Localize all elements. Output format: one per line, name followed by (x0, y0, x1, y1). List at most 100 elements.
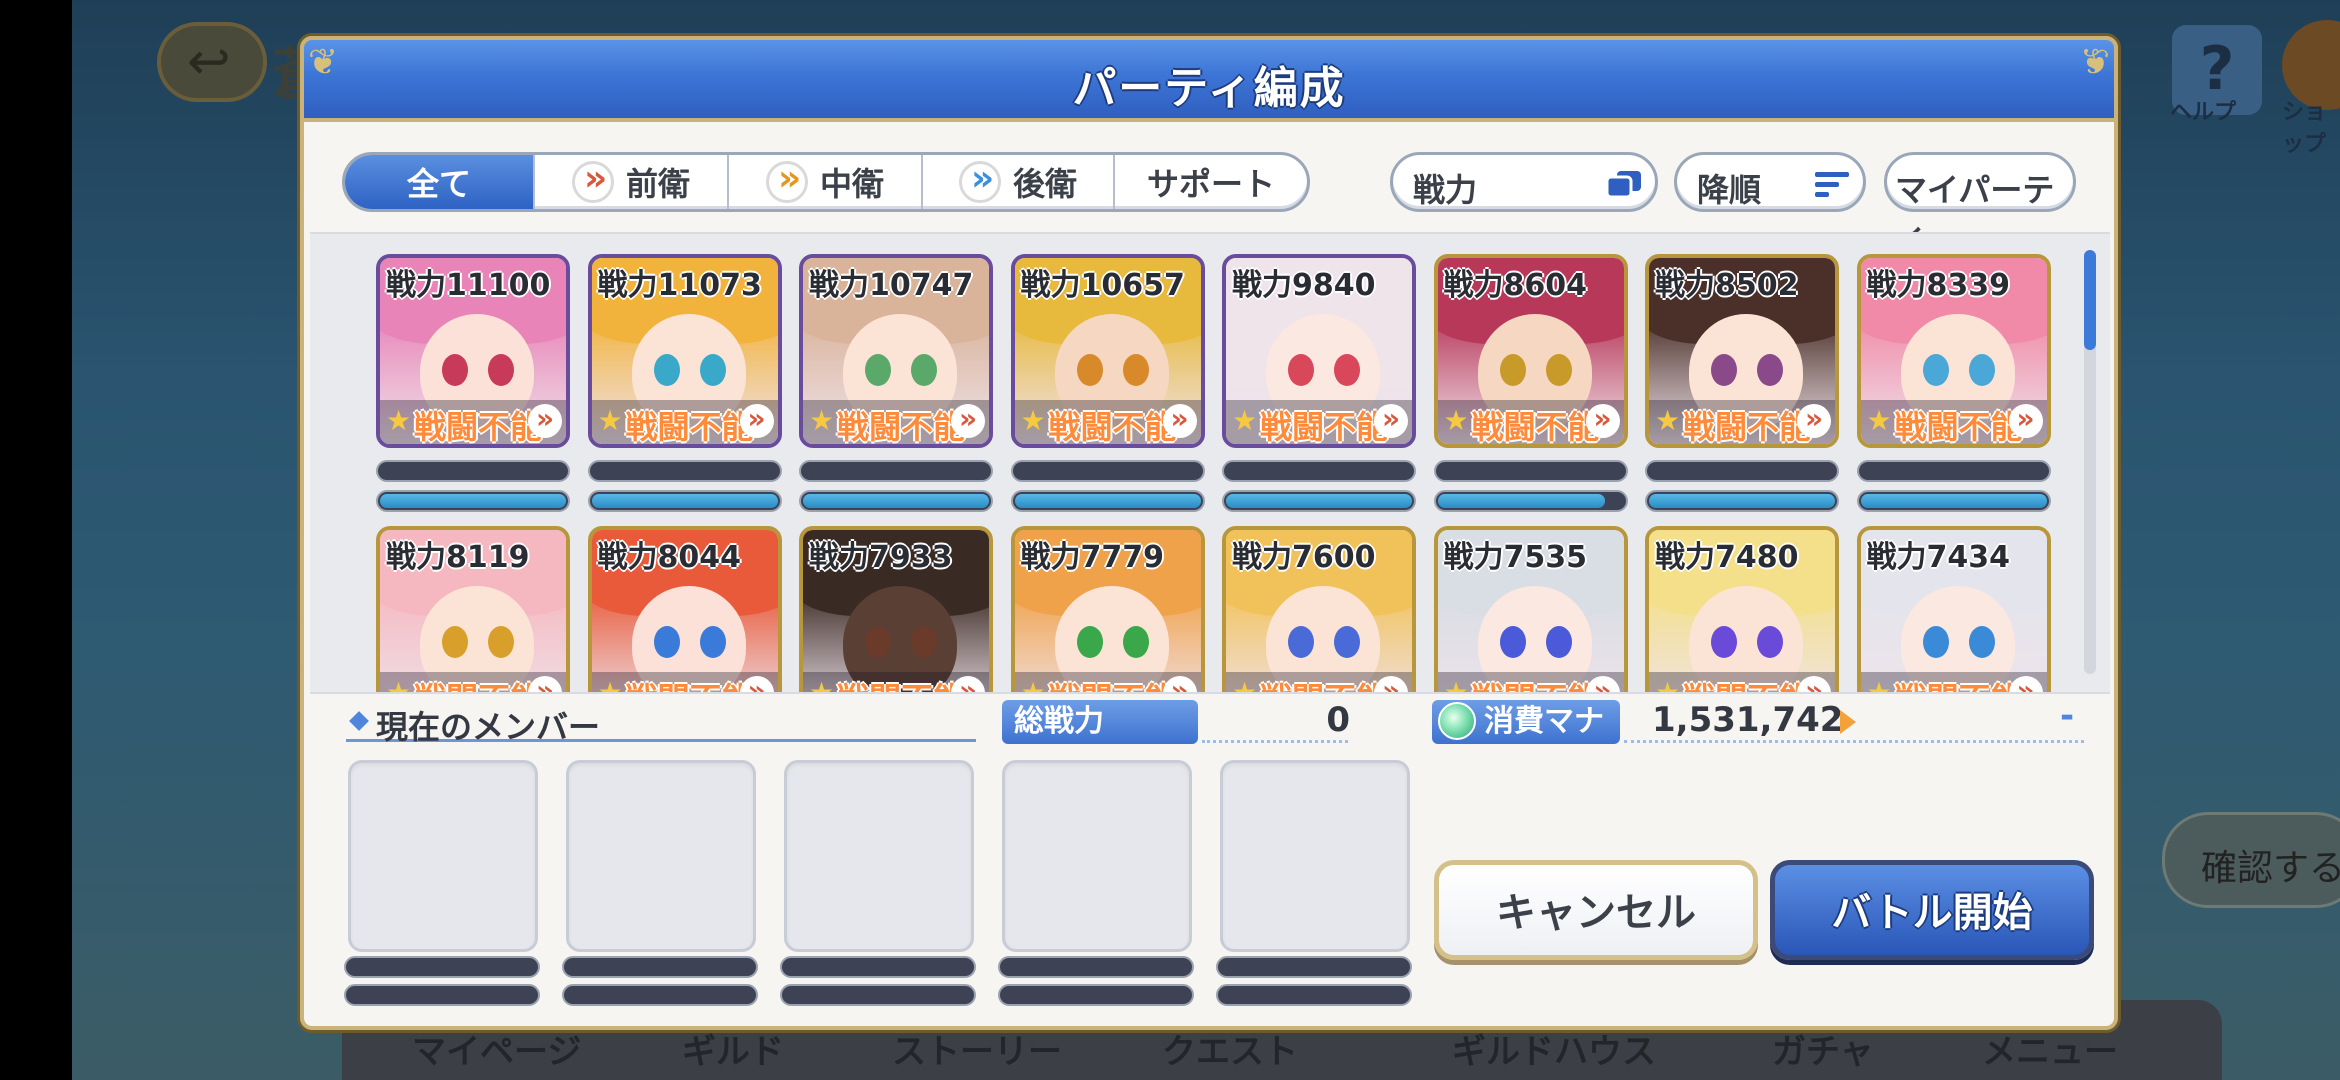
slot-hp-bar (344, 956, 540, 978)
middle-role-icon (765, 158, 808, 203)
star-icon: ★ (1020, 404, 1046, 437)
scrollbar-thumb[interactable] (2084, 250, 2096, 350)
dialog-header: ❦ ❦ パーティ編成 (300, 36, 2118, 122)
total-power-underline (1202, 740, 1348, 743)
member-slot-5[interactable] (1220, 760, 1410, 952)
back-button[interactable] (157, 22, 267, 102)
ko-overlay: ★戦闘不能» (1437, 672, 1624, 692)
hp-bar (1433, 460, 1628, 482)
nav-item[interactable]: ガチャ (1772, 1024, 1874, 1073)
tp-bar-fill (1014, 494, 1201, 508)
ko-overlay: ★戦闘不能» (380, 672, 566, 694)
character-portrait[interactable]: 戦力8502 ★ 戦闘不能» (1645, 254, 1839, 448)
tab-all[interactable]: 全て (345, 155, 535, 209)
eye (865, 354, 891, 386)
sort-order-button[interactable]: 降順 (1674, 152, 1866, 212)
character-portrait[interactable]: 戦力7434 ★戦闘不能» (1856, 526, 2051, 692)
star-icon: ★ (1655, 404, 1681, 437)
slot-tp-bar (562, 984, 758, 1006)
character-portrait[interactable]: 戦力7600 ★戦闘不能» (1222, 526, 1416, 692)
ko-label: 戦闘不能 (414, 408, 543, 446)
total-power-label: 総戦力 (1002, 700, 1198, 744)
star-icon: ★ (597, 676, 623, 694)
member-slot-3[interactable] (784, 760, 974, 952)
character-portrait[interactable]: 戦力8339 ★ 戦闘不能» (1856, 254, 2051, 448)
ko-label: 戦闘不能 (837, 408, 966, 446)
character-grid-inner: 戦力11100 ★ 戦闘不能» 戦力11073 ★ 戦闘不能» 戦力10747 ★ 戦闘不能» 戦… (310, 234, 2110, 692)
character-portrait[interactable]: 戦力7933 ★戦闘不能» (799, 526, 993, 692)
cancel-button[interactable]: キャンセル (1434, 860, 1758, 960)
character-power: 戦力7434 (1866, 540, 2011, 575)
character-portrait[interactable]: 戦力7779 ★戦闘不能» (1010, 526, 1205, 692)
character-grid[interactable]: 戦力11100 ★ 戦闘不能» 戦力11073 ★ 戦闘不能» 戦力10747 ★ 戦闘不能» 戦… (310, 232, 2110, 694)
nav-item[interactable]: ギルド (682, 1024, 784, 1073)
ko-label: 戦闘不能 (1049, 674, 1177, 692)
eye (653, 626, 680, 658)
role-chevron-icon: » (1797, 404, 1831, 438)
character-portrait[interactable]: 戦力10747 ★ 戦闘不能» (799, 254, 993, 448)
diamond-icon (349, 711, 369, 731)
character-portrait[interactable]: 戦力8604 ★ 戦闘不能» (1433, 254, 1628, 448)
ko-overlay: ★戦闘不能» (591, 672, 778, 694)
character-power: 戦力9840 (1232, 268, 1376, 303)
role-chevron-icon: » (2008, 404, 2043, 438)
role-chevron-icon: » (1585, 404, 1620, 438)
character-portrait[interactable]: 戦力11073 ★ 戦闘不能» (587, 254, 782, 448)
nav-item[interactable]: クエスト (1162, 1024, 1298, 1073)
character-portrait[interactable]: 戦力11100 ★ 戦闘不能» (376, 254, 570, 448)
ko-label: 戦闘不能 (1895, 674, 2023, 692)
character-portrait[interactable]: 戦力9840 ★ 戦闘不能» (1222, 254, 1416, 448)
tp-bar (1222, 490, 1416, 512)
tab-support[interactable]: サポート (1115, 155, 1307, 209)
eye (1122, 354, 1149, 386)
eye (488, 626, 514, 658)
eye (1499, 354, 1526, 386)
character-portrait[interactable]: 戦力10657 ★ 戦闘不能» (1010, 254, 1205, 448)
mana-underline (1624, 740, 2084, 743)
mana-minus: - (2060, 696, 2075, 736)
grid-scrollbar[interactable] (2084, 250, 2096, 674)
tp-bar-fill (1226, 494, 1412, 508)
character-power: 戦力8119 (386, 540, 530, 575)
hp-bar (1010, 460, 1205, 482)
slot-hp-bar (1216, 956, 1412, 978)
battle-start-button[interactable]: バトル開始 (1770, 860, 2094, 960)
member-slot-4[interactable] (1002, 760, 1192, 952)
ko-overlay: ★戦闘不能» (803, 672, 989, 692)
member-slot-1[interactable] (348, 760, 538, 952)
mana-icon (1438, 702, 1476, 740)
character-power: 戦力7779 (1020, 540, 1165, 575)
side-button[interactable]: 確認する (2162, 812, 2340, 908)
slot-hp-bar (998, 956, 1194, 978)
sort-key-button[interactable]: 戦力 (1390, 152, 1658, 212)
tab-back[interactable]: 後衛 (923, 155, 1115, 209)
tab-label: サポート (1146, 165, 1275, 203)
star-icon: ★ (1232, 404, 1258, 437)
ko-label: 戦闘不能 (626, 674, 754, 692)
hp-bar (799, 460, 993, 482)
tab-middle[interactable]: 中衛 (729, 155, 923, 209)
tab-front[interactable]: 前衛 (535, 155, 729, 209)
nav-item[interactable]: ギルドハウス (1452, 1024, 1656, 1073)
nav-item[interactable]: ストーリー (892, 1024, 1062, 1073)
role-filter-tabs: 全て 前衛 中衛 後衛 サポート (342, 152, 1310, 212)
my-party-button[interactable]: マイパーティ (1884, 152, 2076, 255)
help-label: ヘルプ (2170, 100, 2237, 125)
nav-item[interactable]: メニュー (1982, 1024, 2118, 1073)
character-portrait[interactable]: 戦力7535 ★戦闘不能» (1433, 526, 1628, 692)
star-icon: ★ (386, 676, 412, 694)
ko-label: 戦闘不能 (1683, 674, 1811, 692)
character-power: 戦力11100 (386, 268, 551, 303)
member-slot-2[interactable] (566, 760, 756, 952)
tp-bar-fill (803, 494, 989, 508)
character-portrait[interactable]: 戦力7480 ★戦闘不能» (1645, 526, 1839, 692)
ko-label: 戦闘不能 (837, 674, 965, 692)
eye (1076, 354, 1103, 386)
ko-overlay: ★戦闘不能» (1860, 672, 2047, 692)
nav-item[interactable]: マイページ (412, 1024, 581, 1073)
character-power: 戦力10747 (809, 268, 974, 303)
character-portrait[interactable]: 戦力8119 ★戦闘不能» (376, 526, 570, 694)
character-portrait[interactable]: 戦力8044 ★戦闘不能» (587, 526, 782, 694)
side-button-label: 確認する (2201, 848, 2340, 889)
slot-tp-bar (344, 984, 540, 1006)
